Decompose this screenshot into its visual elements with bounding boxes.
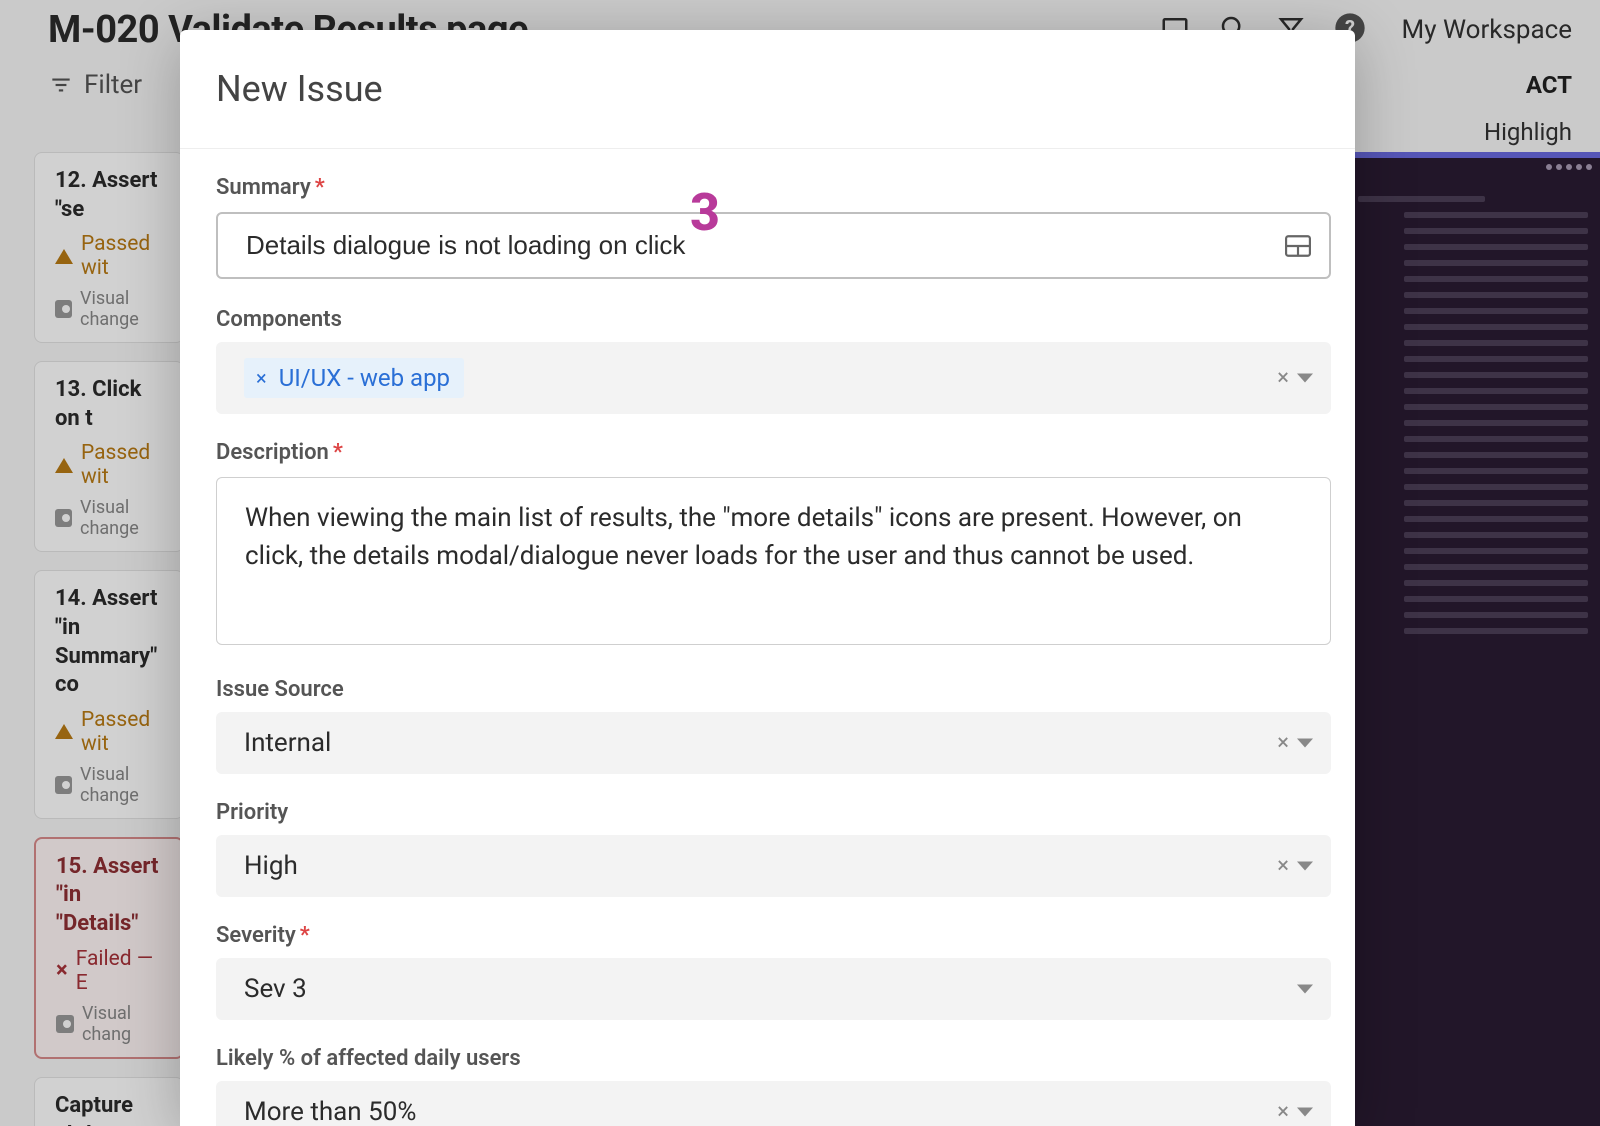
- components-label: Components: [216, 307, 1331, 332]
- new-issue-modal: New Issue Summary Components × UI/UX - w…: [180, 30, 1355, 1126]
- panel-split-icon[interactable]: [1285, 235, 1311, 257]
- clear-icon[interactable]: ×: [1277, 731, 1289, 756]
- summary-label: Summary: [216, 175, 1331, 200]
- chevron-down-icon[interactable]: [1297, 862, 1313, 871]
- chevron-down-icon[interactable]: [1297, 739, 1313, 748]
- chevron-down-icon[interactable]: [1297, 1108, 1313, 1117]
- clear-icon[interactable]: ×: [1277, 854, 1289, 879]
- chip-remove-icon[interactable]: ×: [256, 368, 267, 388]
- chevron-down-icon[interactable]: [1297, 374, 1313, 383]
- affected-users-select[interactable]: More than 50% ×: [216, 1081, 1331, 1126]
- modal-title: New Issue: [216, 68, 1331, 110]
- summary-input[interactable]: [216, 212, 1331, 279]
- description-label: Description: [216, 440, 1331, 465]
- clear-icon[interactable]: ×: [1277, 1100, 1289, 1125]
- severity-label: Severity: [216, 923, 1331, 948]
- component-chip[interactable]: × UI/UX - web app: [244, 358, 464, 398]
- severity-select[interactable]: Sev 3: [216, 958, 1331, 1020]
- priority-select[interactable]: High ×: [216, 835, 1331, 897]
- priority-label: Priority: [216, 800, 1331, 825]
- affected-users-label: Likely % of affected daily users: [216, 1046, 1331, 1071]
- chevron-down-icon[interactable]: [1297, 985, 1313, 994]
- components-select[interactable]: × UI/UX - web app ×: [216, 342, 1331, 414]
- divider: [180, 148, 1355, 149]
- issue-source-select[interactable]: Internal ×: [216, 712, 1331, 774]
- issue-source-label: Issue Source: [216, 677, 1331, 702]
- clear-icon[interactable]: ×: [1277, 366, 1289, 391]
- description-textarea[interactable]: [216, 477, 1331, 645]
- annotation-marker-3: 3: [690, 182, 719, 243]
